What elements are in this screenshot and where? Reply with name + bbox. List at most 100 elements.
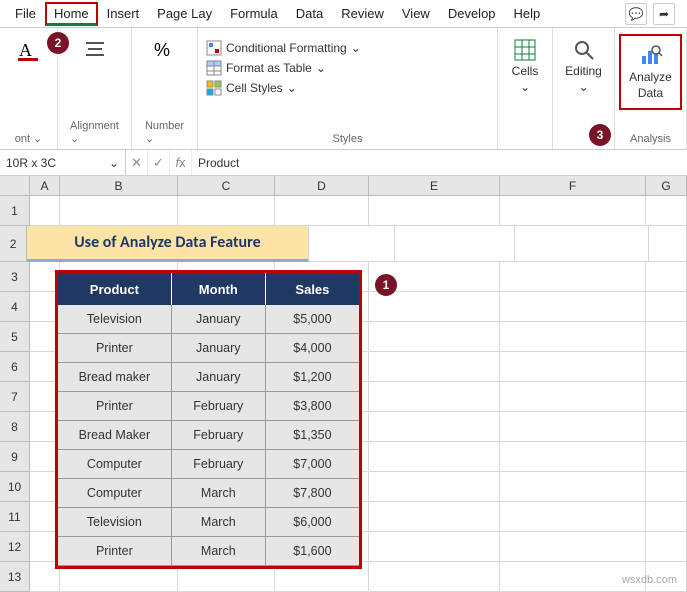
cell-G3[interactable] [646,262,687,292]
col-header-B[interactable]: B [60,176,178,196]
table-cell[interactable]: $1,200 [266,363,359,392]
cell-G9[interactable] [646,442,687,472]
table-cell[interactable]: January [172,334,266,363]
format-as-table-button[interactable]: Format as Table⌄ [206,58,489,78]
table-cell[interactable]: Printer [58,334,172,363]
cell-E10[interactable] [369,472,500,502]
table-cell[interactable]: March [172,479,266,508]
cell-E6[interactable] [369,352,500,382]
table-header-product[interactable]: Product [58,273,172,305]
table-cell[interactable]: $7,000 [266,450,359,479]
menu-page-layout[interactable]: Page Lay [148,2,221,25]
col-header-D[interactable]: D [275,176,369,196]
select-all-corner[interactable] [0,176,30,196]
row-header-11[interactable]: 11 [0,502,30,532]
table-cell[interactable]: February [172,392,266,421]
table-cell[interactable]: March [172,537,266,566]
menu-developer[interactable]: Develop [439,2,505,25]
cell-styles-button[interactable]: Cell Styles⌄ [206,78,489,98]
row-header-13[interactable]: 13 [0,562,30,592]
cell-C1[interactable] [178,196,275,226]
table-cell[interactable]: Computer [58,450,172,479]
row-header-6[interactable]: 6 [0,352,30,382]
table-cell[interactable]: February [172,450,266,479]
menu-file[interactable]: File [6,2,45,25]
table-cell[interactable]: February [172,421,266,450]
number-button[interactable]: % [145,34,185,66]
table-cell[interactable]: Computer [58,479,172,508]
table-cell[interactable]: $1,600 [266,537,359,566]
table-cell[interactable]: $7,800 [266,479,359,508]
row-header-10[interactable]: 10 [0,472,30,502]
cell-G11[interactable] [646,502,687,532]
menu-insert[interactable]: Insert [98,2,149,25]
row-header-1[interactable]: 1 [0,196,30,226]
menu-data[interactable]: Data [287,2,332,25]
col-header-C[interactable]: C [178,176,275,196]
cell-G6[interactable] [646,352,687,382]
row-header-7[interactable]: 7 [0,382,30,412]
comments-icon[interactable]: 💬 [625,3,647,25]
cell-B1[interactable] [60,196,178,226]
name-box[interactable]: 10R x 3C ⌄ [0,150,126,175]
menu-review[interactable]: Review [332,2,393,25]
alignment-button[interactable] [75,34,115,66]
table-cell[interactable]: $4,000 [266,334,359,363]
cell-A1[interactable] [30,196,60,226]
cell-F6[interactable] [500,352,646,382]
cell-E9[interactable] [369,442,500,472]
table-cell[interactable]: Printer [58,537,172,566]
cell-G7[interactable] [646,382,687,412]
conditional-formatting-button[interactable]: Conditional Formatting⌄ [206,38,489,58]
font-button[interactable]: A [9,34,49,66]
cell-E1[interactable] [369,196,500,226]
table-cell[interactable]: $3,800 [266,392,359,421]
cell-E4[interactable] [369,292,500,322]
cell-E7[interactable] [369,382,500,412]
table-cell[interactable]: $1,350 [266,421,359,450]
cell-F11[interactable] [500,502,646,532]
share-icon[interactable]: ➦ [653,3,675,25]
table-cell[interactable]: Printer [58,392,172,421]
table-cell[interactable]: $6,000 [266,508,359,537]
table-cell[interactable]: Bread Maker [58,421,172,450]
cells-button[interactable]: Cells⌄ [505,34,545,98]
table-header-month[interactable]: Month [172,273,266,305]
cell-E2[interactable] [395,226,515,262]
menu-view[interactable]: View [393,2,439,25]
table-cell[interactable]: Bread maker [58,363,172,392]
cell-E5[interactable] [369,322,500,352]
cell-F10[interactable] [500,472,646,502]
row-header-4[interactable]: 4 [0,292,30,322]
cell-G4[interactable] [646,292,687,322]
fx-icon[interactable]: fx [170,150,192,175]
menu-formulas[interactable]: Formula [221,2,287,25]
cell-F3[interactable] [500,262,646,292]
cell-G8[interactable] [646,412,687,442]
table-cell[interactable]: March [172,508,266,537]
cell-F1[interactable] [500,196,646,226]
col-header-F[interactable]: F [500,176,646,196]
cell-E12[interactable] [369,532,500,562]
row-header-3[interactable]: 3 [0,262,30,292]
cell-F2[interactable] [515,226,649,262]
table-cell[interactable]: January [172,363,266,392]
table-header-sales[interactable]: Sales [266,273,359,305]
cell-F12[interactable] [500,532,646,562]
editing-button[interactable]: Editing⌄ [559,34,608,98]
table-cell[interactable]: Television [58,305,172,334]
cell-F9[interactable] [500,442,646,472]
row-header-9[interactable]: 9 [0,442,30,472]
cell-G10[interactable] [646,472,687,502]
row-header-5[interactable]: 5 [0,322,30,352]
cell-E11[interactable] [369,502,500,532]
cell-F7[interactable] [500,382,646,412]
row-header-2[interactable]: 2 [0,226,27,262]
cell-F4[interactable] [500,292,646,322]
menu-help[interactable]: Help [505,2,550,25]
chevron-down-icon[interactable]: ⌄ [109,156,119,170]
cell-G12[interactable] [646,532,687,562]
cell-G2[interactable] [649,226,687,262]
cell-G5[interactable] [646,322,687,352]
row-header-12[interactable]: 12 [0,532,30,562]
